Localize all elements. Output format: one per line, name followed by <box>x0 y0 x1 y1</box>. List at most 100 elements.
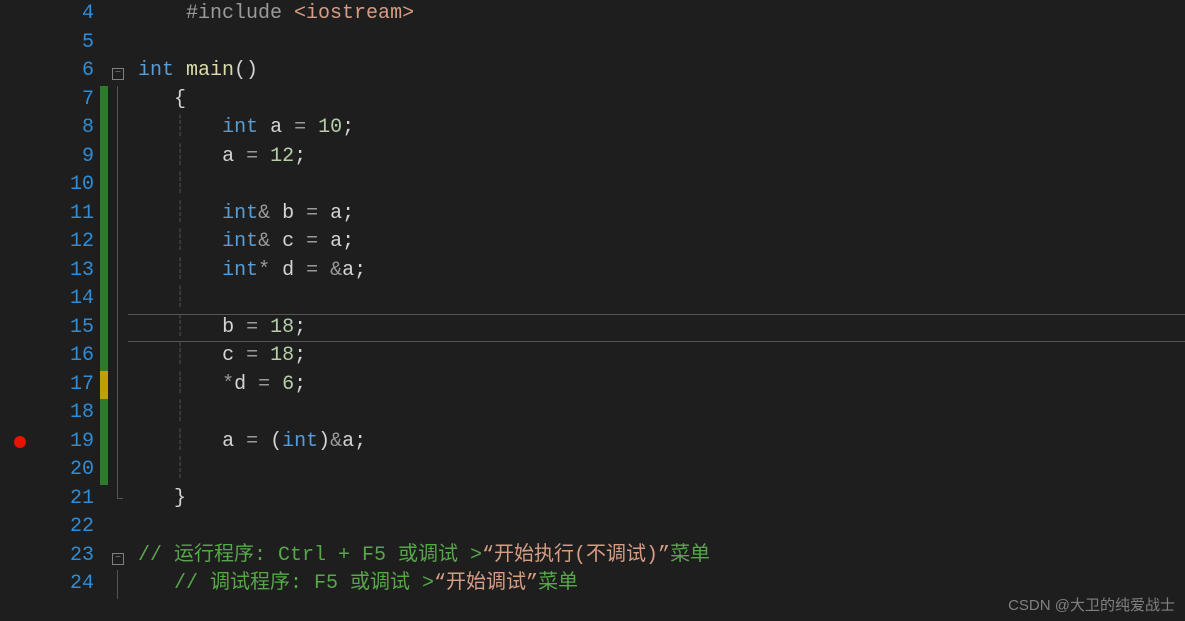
token: ┊ <box>138 344 222 367</box>
line-number: 7 <box>40 86 94 115</box>
token: ( <box>270 430 282 453</box>
line-number: 17 <box>40 371 94 400</box>
change-mark-saved <box>100 342 108 371</box>
token: ┊ <box>138 202 222 225</box>
change-mark-saved <box>100 257 108 286</box>
token: ; <box>294 145 306 168</box>
token: // 运行程序: Ctrl + F5 或调试 > <box>138 544 482 567</box>
token: & <box>258 202 270 225</box>
line-number: 10 <box>40 171 94 200</box>
token: “开始调试” <box>434 572 538 595</box>
code-line[interactable]: ┊ a = (int)&a; <box>128 428 366 457</box>
token: } <box>174 487 186 510</box>
token: = <box>306 202 330 225</box>
token: int <box>282 430 318 453</box>
line-number: 20 <box>40 456 94 485</box>
change-mark-saved <box>100 456 108 485</box>
token: ) <box>318 430 330 453</box>
token: ┊ <box>138 401 186 424</box>
line-number: 4 <box>40 0 94 29</box>
token <box>138 572 174 595</box>
change-mark-saved <box>100 399 108 428</box>
token: * <box>222 373 234 396</box>
change-mark-saved <box>100 143 108 172</box>
code-line[interactable]: ┊ *d = 6; <box>128 371 306 400</box>
line-number: 12 <box>40 228 94 257</box>
code-editor[interactable]: 456789101112131415161718192021222324 −− … <box>0 0 1185 621</box>
code-line[interactable]: #include <iostream> <box>128 0 414 29</box>
token: a; <box>342 430 366 453</box>
fold-toggle-icon[interactable]: − <box>112 553 124 565</box>
breakpoint-gutter[interactable] <box>0 0 40 621</box>
code-line[interactable] <box>128 29 138 58</box>
code-line[interactable]: ┊ a = 12; <box>128 143 306 172</box>
line-number: 16 <box>40 342 94 371</box>
token: 18 <box>270 316 294 339</box>
code-line[interactable]: ┊ int a = 10; <box>128 114 354 143</box>
token: ; <box>294 344 306 367</box>
line-number: 15 <box>40 314 94 343</box>
token: 菜单 <box>670 544 710 567</box>
code-line[interactable]: ┊ <box>128 399 186 428</box>
token: #include <box>186 2 294 25</box>
code-line[interactable]: // 调试程序: F5 或调试 >“开始调试”菜单 <box>128 570 578 599</box>
code-line[interactable]: // 运行程序: Ctrl + F5 或调试 >“开始执行(不调试)”菜单 <box>128 542 710 571</box>
token: = & <box>306 259 342 282</box>
watermark: CSDN @大卫的纯爱战士 <box>1008 594 1175 615</box>
code-line[interactable]: ┊ <box>128 171 186 200</box>
token: a <box>222 430 246 453</box>
token: d <box>270 259 306 282</box>
code-line[interactable]: ┊ int& c = a; <box>128 228 354 257</box>
token: int <box>222 230 258 253</box>
line-number: 22 <box>40 513 94 542</box>
change-mark-gutter <box>100 0 108 621</box>
token: ; <box>294 373 306 396</box>
code-area[interactable]: #include <iostream>int main() { ┊ int a … <box>128 0 1185 621</box>
token: 10 <box>318 116 342 139</box>
code-line[interactable]: } <box>128 485 186 514</box>
change-mark-unsaved <box>100 371 108 400</box>
line-number: 13 <box>40 257 94 286</box>
token: // 调试程序: F5 或调试 > <box>174 572 434 595</box>
token: = <box>306 230 330 253</box>
code-line[interactable]: ┊ b = 18; <box>128 314 306 343</box>
token: ; <box>342 116 354 139</box>
code-line[interactable]: ┊ <box>128 285 186 314</box>
code-line[interactable]: int main() <box>128 57 258 86</box>
token: <iostream> <box>294 2 414 25</box>
breakpoint-icon[interactable] <box>14 436 26 448</box>
code-line[interactable] <box>128 513 138 542</box>
change-mark-saved <box>100 114 108 143</box>
token: a <box>222 145 246 168</box>
change-mark-saved <box>100 171 108 200</box>
token: ┊ <box>138 230 222 253</box>
token: ┊ <box>138 316 222 339</box>
code-line[interactable]: ┊ int* d = &a; <box>128 257 366 286</box>
change-mark-saved <box>100 428 108 457</box>
fold-gutter[interactable]: −− <box>108 0 128 621</box>
code-line[interactable]: { <box>128 86 186 115</box>
token: = <box>246 430 270 453</box>
token: ┊ <box>138 145 222 168</box>
line-number: 14 <box>40 285 94 314</box>
token: a; <box>330 202 354 225</box>
token: c <box>270 230 306 253</box>
token: d <box>234 373 258 396</box>
token: () <box>234 59 258 82</box>
code-line[interactable]: ┊ <box>128 456 186 485</box>
token: ┊ <box>138 259 222 282</box>
change-mark-saved <box>100 86 108 115</box>
code-line[interactable]: ┊ c = 18; <box>128 342 306 371</box>
fold-toggle-icon[interactable]: − <box>112 68 124 80</box>
code-line[interactable]: ┊ int& b = a; <box>128 200 354 229</box>
line-number: 6 <box>40 57 94 86</box>
line-number: 24 <box>40 570 94 599</box>
token: main <box>186 59 234 82</box>
token: b <box>270 202 306 225</box>
change-mark-saved <box>100 200 108 229</box>
token: a; <box>342 259 366 282</box>
line-number: 18 <box>40 399 94 428</box>
token: = <box>246 344 270 367</box>
token: = <box>258 373 282 396</box>
token: int <box>222 116 258 139</box>
